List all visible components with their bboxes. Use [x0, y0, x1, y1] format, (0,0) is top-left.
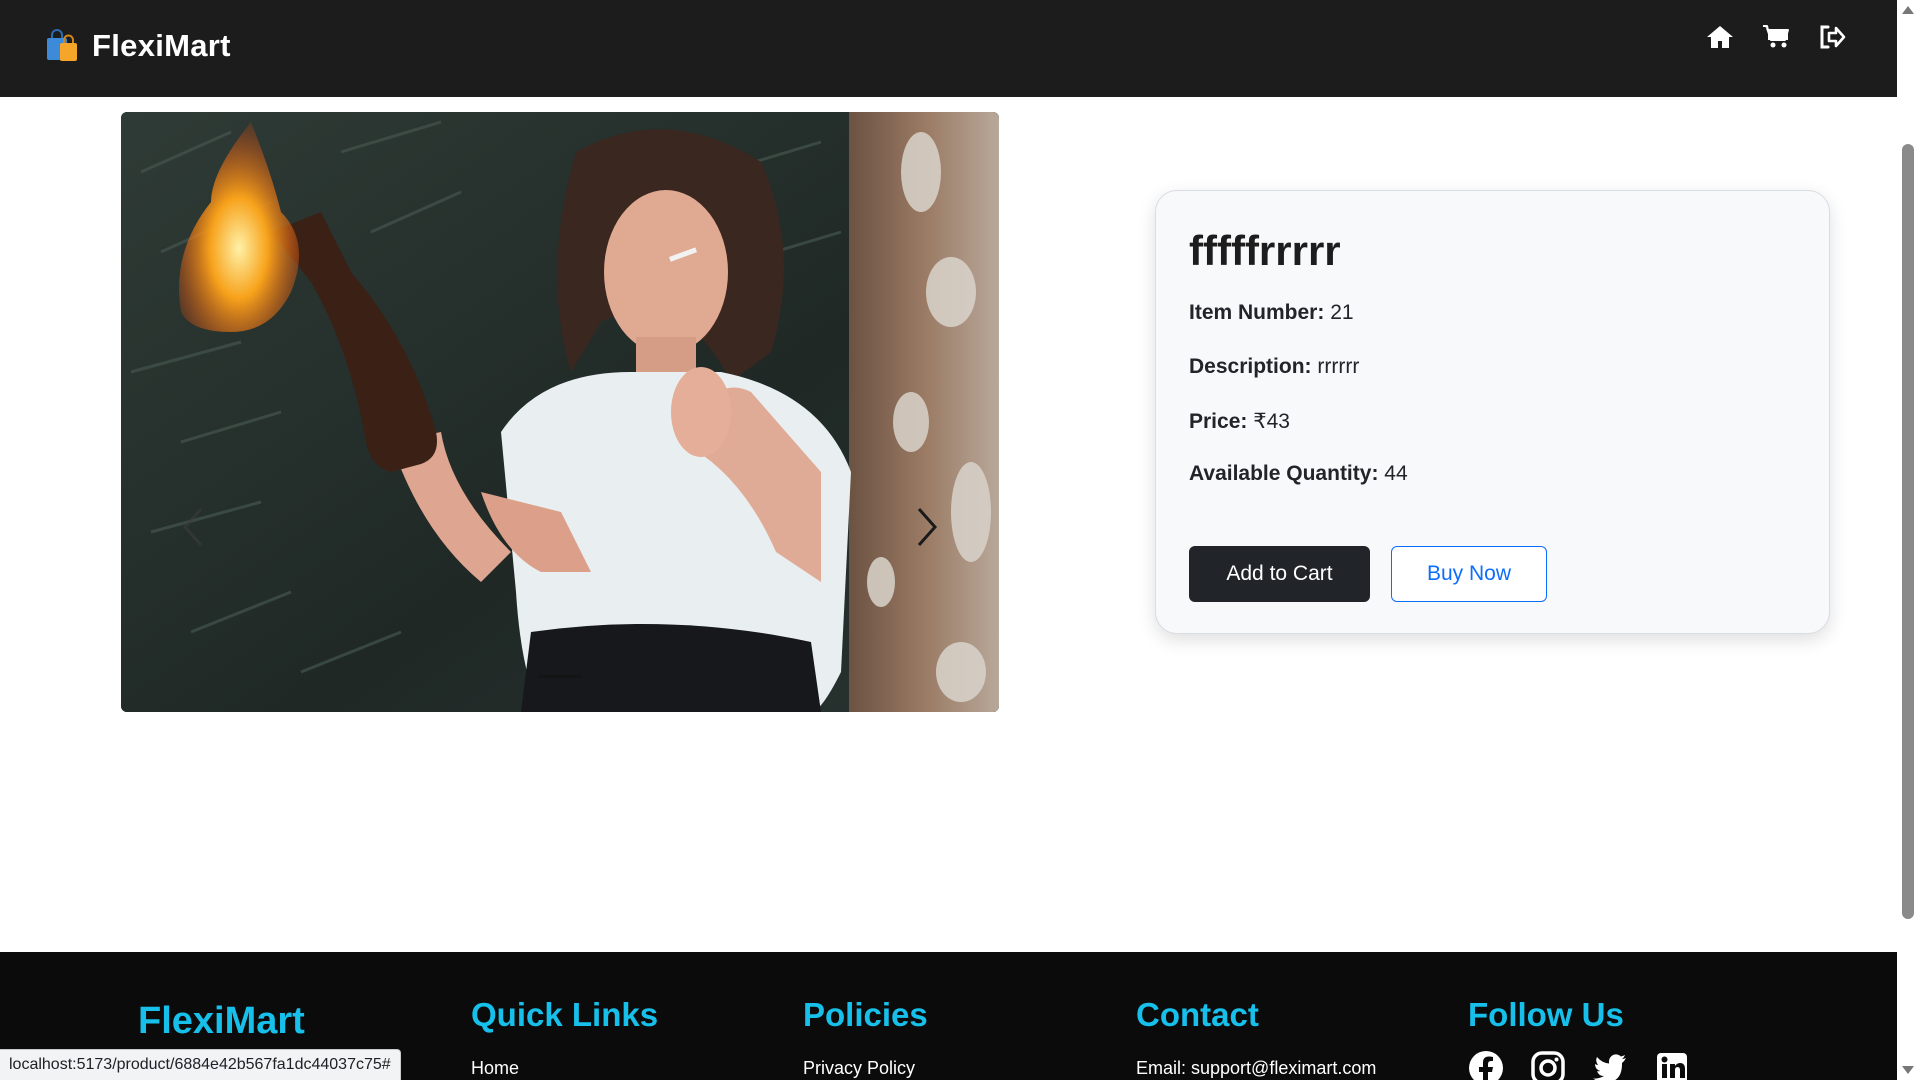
- twitter-icon[interactable]: [1592, 1050, 1628, 1080]
- brand-name: FlexiMart: [92, 28, 231, 63]
- price-value: ₹43: [1253, 410, 1290, 433]
- footer-policies: Policies Privacy Policy: [803, 996, 928, 1079]
- scrollbar-thumb[interactable]: [1902, 144, 1914, 919]
- price-label: Price:: [1189, 410, 1248, 433]
- carousel-indicator[interactable]: [539, 675, 581, 678]
- page: FlexiMart fffffrrrrr Item Number: 21 Des…: [0, 0, 1897, 1080]
- product-details-card: fffffrrrrr Item Number: 21 Description: …: [1155, 190, 1830, 634]
- description-value: rrrrrr: [1317, 355, 1360, 378]
- brand[interactable]: FlexiMart: [44, 28, 231, 64]
- home-icon[interactable]: [1705, 22, 1735, 52]
- policies-heading: Policies: [803, 996, 928, 1033]
- price-row: Price: ₹43: [1189, 409, 1290, 434]
- vertical-scrollbar[interactable]: [1897, 0, 1920, 1080]
- carousel-next-button[interactable]: [905, 497, 949, 557]
- footer-brand: FlexiMart: [138, 1000, 305, 1042]
- contact-email: Email: support@fleximart.com: [1136, 1058, 1377, 1078]
- shopping-bag-icon: [47, 29, 77, 61]
- footer-follow-us: Follow Us: [1468, 996, 1690, 1080]
- quantity-row: Available Quantity: 44: [1189, 462, 1408, 486]
- scroll-down-arrow-icon[interactable]: [1902, 1066, 1914, 1074]
- footer-link-privacy-policy[interactable]: Privacy Policy: [803, 1058, 928, 1079]
- navbar: FlexiMart: [0, 0, 1897, 97]
- status-url-bar: localhost:5173/product/6884e42b567fa1dc4…: [0, 1049, 401, 1080]
- footer-quick-links: Quick Links Home: [471, 996, 658, 1079]
- footer-link-home[interactable]: Home: [471, 1058, 658, 1079]
- linkedin-icon[interactable]: [1654, 1050, 1690, 1080]
- instagram-icon[interactable]: [1530, 1050, 1566, 1080]
- scroll-up-arrow-icon[interactable]: [1902, 6, 1914, 14]
- quantity-value: 44: [1384, 462, 1408, 485]
- description-label: Description:: [1189, 355, 1312, 378]
- item-number-value: 21: [1330, 301, 1354, 324]
- item-number-label: Item Number:: [1189, 301, 1325, 324]
- social-icons: [1468, 1050, 1690, 1080]
- logout-icon[interactable]: [1817, 22, 1847, 52]
- add-to-cart-button[interactable]: Add to Cart: [1189, 546, 1370, 602]
- facebook-icon[interactable]: [1468, 1050, 1504, 1080]
- follow-us-heading: Follow Us: [1468, 996, 1624, 1033]
- product-carousel: [121, 112, 999, 712]
- product-title: fffffrrrrr: [1189, 227, 1341, 274]
- buy-now-button[interactable]: Buy Now: [1391, 546, 1547, 602]
- footer-contact: Contact Email: support@fleximart.com: [1136, 996, 1376, 1079]
- item-number-row: Item Number: 21: [1189, 301, 1354, 325]
- description-row: Description: rrrrrr: [1189, 355, 1359, 379]
- product-photo: [121, 112, 999, 712]
- quick-links-heading: Quick Links: [471, 996, 659, 1033]
- contact-heading: Contact: [1136, 996, 1259, 1033]
- carousel-prev-button[interactable]: [171, 497, 215, 557]
- quantity-label: Available Quantity:: [1189, 462, 1379, 485]
- footer-brand-column: FlexiMart: [138, 1000, 305, 1043]
- nav-icons: [1705, 22, 1847, 52]
- cart-icon[interactable]: [1761, 22, 1791, 52]
